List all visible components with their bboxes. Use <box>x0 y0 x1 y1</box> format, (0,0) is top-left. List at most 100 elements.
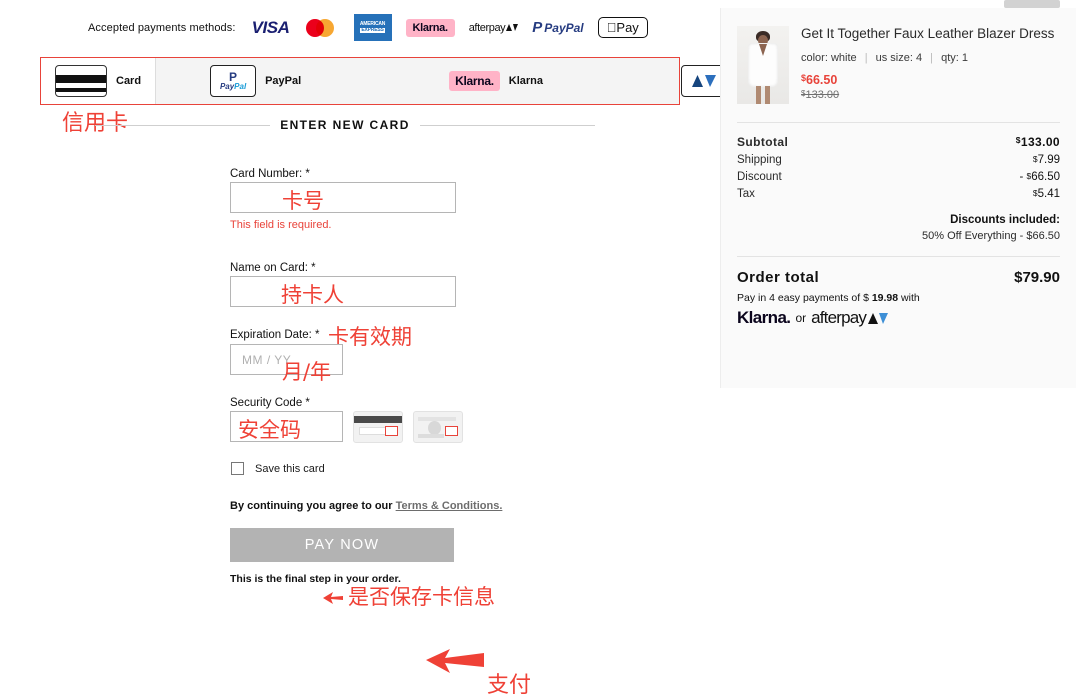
security-code-label: Security Code * <box>230 397 310 409</box>
terms-text: By continuing you agree to our Terms & C… <box>230 500 502 512</box>
shipping-label: Shipping <box>737 154 782 166</box>
card-number-input[interactable] <box>230 182 456 213</box>
annotation-card-number: 卡号 <box>282 189 324 213</box>
mastercard-logo <box>305 17 340 39</box>
section-title: ENTER NEW CARD <box>280 118 410 132</box>
tab-klarna-label: Klarna <box>508 75 543 87</box>
tax-value: $5.41 <box>1032 188 1060 200</box>
paypal-logo: P PayPal <box>532 19 583 36</box>
cvv-front-of-card-image <box>413 411 463 443</box>
expiration-label: Expiration Date: * <box>230 329 320 341</box>
save-card-checkbox[interactable] <box>231 462 244 475</box>
checkout-page: Accepted payments methods: VISA AMERICAN… <box>0 0 1078 698</box>
applepay-wordmark: Pay <box>606 20 638 35</box>
annotation-card-holder: 持卡人 <box>281 283 344 307</box>
new-card-form: ENTER NEW CARD Card Number: * 卡号 This fi… <box>0 118 720 698</box>
shipping-value: $7.99 <box>1032 154 1060 166</box>
paypal-glyph-icon: P <box>532 19 543 36</box>
applepay-logo: Pay <box>597 17 648 38</box>
payment-panel: Accepted payments methods: VISA AMERICAN… <box>0 0 781 698</box>
product-meta: color: white | us size: 4 | qty: 1 <box>801 52 1060 64</box>
annotation-arrow-save-card <box>323 592 343 604</box>
accepted-payments-row: Accepted payments methods: VISA AMERICAN… <box>88 14 648 41</box>
name-on-card-label: Name on Card: * <box>230 262 316 274</box>
totals-list: Subtotal $133.00 Shipping $7.99 Discount… <box>721 123 1076 242</box>
subtotal-label: Subtotal <box>737 135 789 149</box>
amex-line2: EXPRESS <box>360 27 385 34</box>
product-row: Get It Together Faux Leather Blazer Dres… <box>721 8 1076 104</box>
bnpl-or-text: or <box>795 311 807 325</box>
klarna-logo: Klarna. <box>405 18 455 37</box>
discount-detail-line: 50% Off Everything - $66.50 <box>922 230 1060 242</box>
cvv-help-images <box>353 411 463 443</box>
credit-card-icon <box>55 65 107 97</box>
price-old-value: 133.00 <box>805 88 840 101</box>
card-number-label: Card Number: * <box>230 168 310 180</box>
installments-suffix: with <box>898 292 920 304</box>
product-price-original: $133.00 <box>801 89 1060 101</box>
section-header: ENTER NEW CARD <box>95 118 596 132</box>
total-row-discount: Discount - $66.50 <box>737 171 1060 183</box>
final-step-text: This is the final step in your order. <box>230 573 401 585</box>
subtotal-value: $133.00 <box>1015 135 1060 149</box>
order-total-label: Order total <box>737 269 820 286</box>
total-row-tax: Tax $5.41 <box>737 188 1060 200</box>
annotation-security-code: 安全码 <box>238 418 301 442</box>
order-total-value: $79.90 <box>1014 269 1060 286</box>
installments-amount: 19.98 <box>871 292 899 304</box>
product-thumbnail <box>737 26 789 104</box>
total-row-shipping: Shipping $7.99 <box>737 154 1060 166</box>
price-now-value: 66.50 <box>806 72 838 87</box>
meta-separator-1: | <box>864 51 868 64</box>
discount-label: Discount <box>737 171 782 183</box>
annotation-month-year: 月/年 <box>282 360 332 384</box>
order-summary-card: Get It Together Faux Leather Blazer Dres… <box>720 8 1076 388</box>
rule-left <box>95 124 271 126</box>
afterpay-mark-icon <box>506 23 519 31</box>
bnpl-logos-row: Klarna. or afterpay <box>721 304 1076 328</box>
rule-right <box>419 124 596 126</box>
afterpay-wordmark: afterpay <box>468 21 506 34</box>
terms-link[interactable]: Terms & Conditions. <box>396 500 503 512</box>
discounts-included-heading: Discounts included: <box>950 214 1060 226</box>
afterpay-bnpl-logo: afterpay <box>811 308 889 328</box>
klarna-bnpl-logo: Klarna. <box>737 308 791 327</box>
product-color: color: white <box>801 51 857 64</box>
tab-card-label: Card <box>116 75 142 87</box>
accepted-payments-label: Accepted payments methods: <box>88 21 236 34</box>
paypal-icon: P PayPal <box>210 65 257 97</box>
afterpay-bnpl-mark-icon <box>868 312 889 324</box>
save-card-label: Save this card <box>255 462 325 475</box>
order-total-row: Order total $79.90 <box>721 257 1076 286</box>
annotation-pay: 支付 <box>487 673 532 698</box>
afterpay-bnpl-wordmark: afterpay <box>811 308 867 327</box>
annotation-save-card: 是否保存卡信息 <box>348 585 495 609</box>
product-size: us size: 4 <box>875 51 923 64</box>
discount-value: - $66.50 <box>1019 171 1060 183</box>
save-card-row[interactable]: Save this card <box>231 462 325 475</box>
annotation-arrow-pay <box>426 649 484 673</box>
tab-paypal-label: PayPal <box>265 75 302 87</box>
visa-logo: VISA <box>251 17 290 37</box>
installments-text: Pay in 4 easy payments of $ 19.98 with <box>721 286 1076 304</box>
product-title: Get It Together Faux Leather Blazer Dres… <box>801 26 1055 41</box>
klarna-icon: Klarna. <box>449 71 500 91</box>
tax-label: Tax <box>737 188 755 200</box>
meta-separator-2: | <box>930 51 934 64</box>
tab-paypal[interactable]: P PayPal PayPal <box>196 58 315 104</box>
total-row-subtotal: Subtotal $133.00 <box>737 135 1060 149</box>
tab-klarna[interactable]: Klarna. Klarna <box>435 58 557 104</box>
product-price-current: $66.50 <box>801 73 1060 87</box>
scrollbar[interactable] <box>1004 0 1060 8</box>
installments-prefix: Pay in 4 easy payments of $ <box>737 292 872 304</box>
pay-now-label: PAY NOW <box>304 537 380 553</box>
product-qty: qty: 1 <box>941 51 968 64</box>
payment-method-tabs: Card P PayPal PayPal Klarna. Klarna <box>40 57 781 105</box>
amex-logo: AMERICAN EXPRESS <box>353 14 392 41</box>
apple-icon:  <box>607 20 617 35</box>
terms-prefix: By continuing you agree to our <box>230 500 396 512</box>
pay-now-button[interactable]: PAY NOW <box>230 528 454 562</box>
tab-card[interactable]: Card <box>41 58 157 104</box>
card-number-error: This field is required. <box>230 219 332 231</box>
paypal-wordmark: PayPal <box>544 20 584 35</box>
